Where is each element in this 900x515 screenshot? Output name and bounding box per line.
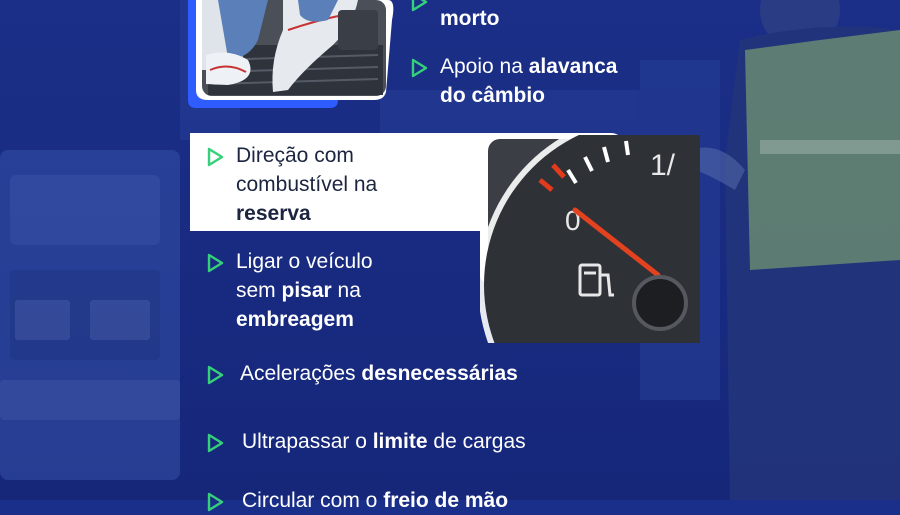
item-text: Acelerações desnecessárias [240, 359, 518, 388]
item-text: Direção com combustível na reserva [236, 141, 436, 228]
item-text-bold: freio de mão [383, 489, 509, 512]
list-item-alavanca: Apoio na alavanca do câmbio [410, 52, 670, 110]
play-triangle-icon [411, 58, 428, 78]
pedals-photo-frame [188, 0, 398, 108]
play-triangle-icon [207, 253, 224, 273]
fuel-gauge-photo-frame: 0 1/ [478, 113, 822, 457]
item-text-part: de cargas [427, 430, 526, 453]
play-triangle-icon [207, 147, 224, 167]
item-text-part: na [331, 279, 361, 302]
item-text-bold: alavanca [528, 55, 618, 78]
item-text-bold: morto [440, 7, 500, 30]
list-item-freio: Circular com o freio de mão [206, 486, 626, 515]
item-text: Ligar o veículo sem pisar na embreagem [236, 247, 416, 334]
item-text: morto [440, 4, 500, 33]
feet-on-pedals-photo [188, 0, 394, 108]
gauge-quarter-label: 1/ [650, 149, 676, 182]
list-item-limite: Ultrapassar o limite de cargas [206, 427, 626, 456]
item-text-bold: desnecessárias [361, 362, 518, 385]
item-text-part: Apoio na [440, 55, 529, 78]
play-triangle-icon [411, 0, 428, 12]
item-text: Circular com o freio de mão [242, 486, 508, 515]
item-text: Apoio na alavanca do câmbio [440, 52, 618, 110]
item-text-bold: embreagem [236, 308, 354, 331]
item-text-part: Ultrapassar o [242, 430, 373, 453]
list-item-embreagem: Ligar o veículo sem pisar na embreagem [206, 247, 476, 334]
item-text-bold: do câmbio [440, 84, 546, 107]
item-text-bold: pisar [281, 279, 332, 302]
item-text-part: Circular com o [242, 489, 384, 512]
play-triangle-icon [207, 365, 224, 385]
item-text: Ultrapassar o limite de cargas [242, 427, 526, 456]
play-triangle-icon [207, 492, 224, 512]
item-text-bold: reserva [236, 202, 311, 225]
item-text-part: Acelerações [240, 362, 362, 385]
list-item-morto: morto [410, 0, 670, 33]
item-text-part: Direção com combustível na [236, 144, 378, 196]
play-triangle-icon [207, 433, 224, 453]
list-item-reserva: Direção com combustível na reserva [206, 141, 486, 228]
fuel-gauge-photo: 0 1/ [478, 113, 822, 457]
item-text-bold: limite [372, 430, 428, 453]
list-item-aceleracoes: Acelerações desnecessárias [206, 359, 626, 388]
